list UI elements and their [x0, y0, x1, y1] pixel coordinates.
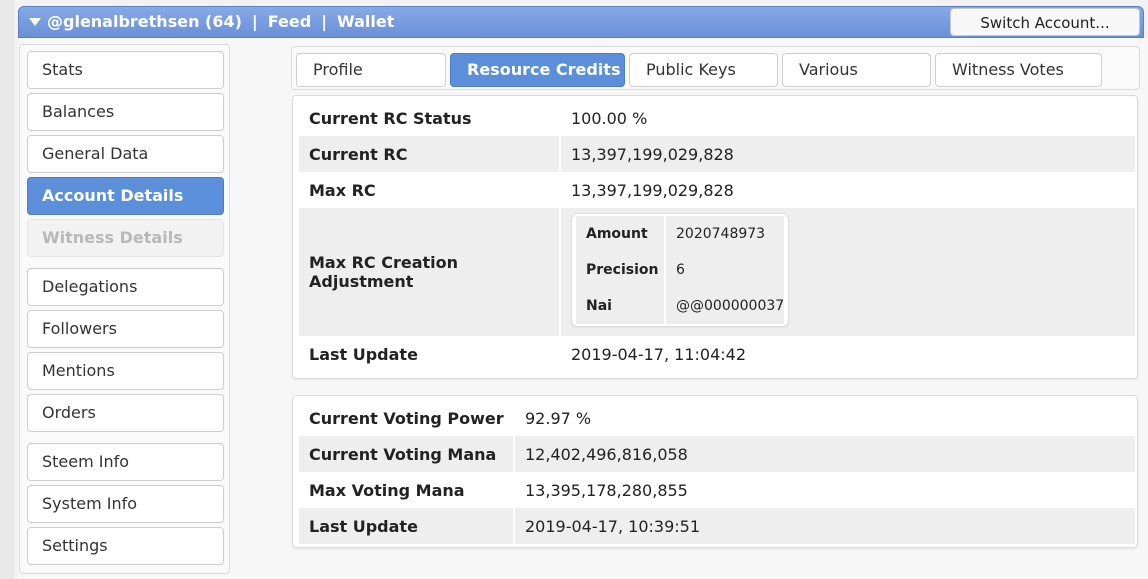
sidebar-item-account-details[interactable]: Account Details [27, 177, 224, 215]
table-row: Current RC 13,397,199,029,828 [299, 136, 1135, 172]
row-label: Current Voting Power [309, 408, 504, 428]
row-label: Current RC [299, 136, 559, 172]
nav-separator: | [251, 12, 258, 31]
feed-link[interactable]: Feed [268, 12, 311, 31]
row-value: 12,402,496,816,058 [515, 436, 1135, 472]
adjustment-table: Amount 2020748973 Precision 6 Nai @@0000… [574, 216, 786, 324]
table-row: Max RC Creation Adjustment Amount 202074… [299, 208, 1135, 336]
row-label: Max RC [309, 180, 376, 200]
row-label: Precision [576, 252, 664, 288]
row-label: Amount [576, 216, 664, 252]
rc-panel: Current RC Status 100.00 % Current RC 13… [292, 95, 1138, 379]
wallet-link[interactable]: Wallet [337, 12, 394, 31]
tab-resource-credits[interactable]: Resource Credits [450, 53, 625, 87]
row-value: @@000000037 [666, 288, 785, 324]
table-row: Last Update 2019-04-17, 10:39:51 [299, 508, 1135, 544]
table-row: Last Update 2019-04-17, 11:04:42 [299, 336, 1135, 372]
row-value: 6 [666, 252, 785, 288]
voting-panel: Current Voting Power 92.97 % Current Vot… [292, 395, 1138, 548]
row-value: 92.97 % [525, 408, 592, 428]
row-label: Current RC Status [309, 108, 472, 128]
sidebar-item-delegations[interactable]: Delegations [27, 268, 224, 306]
tab-various[interactable]: Various [782, 53, 931, 87]
voting-table: Current Voting Power 92.97 % Current Vot… [297, 400, 1137, 544]
switch-account-button[interactable]: Switch Account... [950, 8, 1140, 36]
table-row: Current RC Status 100.00 % [299, 100, 1135, 136]
account-link[interactable]: @glenalbrethsen (64) [47, 12, 242, 31]
row-value: 13,395,178,280,855 [525, 480, 688, 500]
caret-down-icon[interactable] [29, 18, 41, 26]
sidebar-item-stats[interactable]: Stats [27, 51, 224, 89]
row-value: 13,397,199,029,828 [561, 136, 1135, 172]
row-label: Last Update [309, 344, 418, 364]
row-value: 2019-04-17, 11:04:42 [571, 344, 747, 364]
row-label: Current Voting Mana [299, 436, 513, 472]
row-value: 2019-04-17, 10:39:51 [515, 508, 1135, 544]
row-value: 2020748973 [666, 216, 785, 252]
tab-witness-votes[interactable]: Witness Votes (21) [935, 53, 1102, 111]
adjustment-subtable: Amount 2020748973 Precision 6 Nai @@0000… [571, 213, 790, 327]
nav-separator: | [321, 12, 328, 31]
sidebar-item-orders[interactable]: Orders [27, 394, 224, 432]
sidebar-item-settings[interactable]: Settings [27, 527, 224, 565]
tab-bar: Profile Resource Credits Public Keys Var… [291, 46, 1140, 111]
window-edge [0, 0, 14, 579]
tab-public-keys[interactable]: Public Keys [629, 53, 778, 87]
row-value: 100.00 % [571, 108, 648, 128]
sidebar-item-general-data[interactable]: General Data [27, 135, 224, 173]
table-row: Precision 6 [576, 252, 785, 288]
table-row: Current Voting Power 92.97 % [299, 400, 1135, 436]
top-nav: @glenalbrethsen (64) | Feed | Wallet [29, 7, 394, 37]
sidebar-item-balances[interactable]: Balances [27, 93, 224, 131]
sidebar-item-steem-info[interactable]: Steem Info [27, 443, 224, 481]
sidebar-item-mentions[interactable]: Mentions [27, 352, 224, 390]
row-label: Last Update [299, 508, 513, 544]
sidebar-item-witness-details: Witness Details [27, 219, 224, 257]
table-row: Amount 2020748973 [576, 216, 785, 252]
row-value: 13,397,199,029,828 [571, 180, 734, 200]
row-value: Amount 2020748973 Precision 6 Nai @@0000… [561, 208, 1135, 336]
tab-profile[interactable]: Profile [296, 53, 446, 87]
rc-table: Current RC Status 100.00 % Current RC 13… [297, 100, 1137, 372]
row-label: Max Voting Mana [309, 480, 465, 500]
table-row: Max Voting Mana 13,395,178,280,855 [299, 472, 1135, 508]
row-label: Nai [576, 288, 664, 324]
sidebar: Stats Balances General Data Account Deta… [19, 44, 230, 574]
table-row: Current Voting Mana 12,402,496,816,058 [299, 436, 1135, 472]
row-label: Max RC Creation Adjustment [299, 208, 559, 336]
table-row: Max RC 13,397,199,029,828 [299, 172, 1135, 208]
sidebar-item-followers[interactable]: Followers [27, 310, 224, 348]
top-nav-bar: @glenalbrethsen (64) | Feed | Wallet Switch … [18, 6, 1144, 38]
table-row: Nai @@000000037 [576, 288, 785, 324]
sidebar-item-system-info[interactable]: System Info [27, 485, 224, 523]
